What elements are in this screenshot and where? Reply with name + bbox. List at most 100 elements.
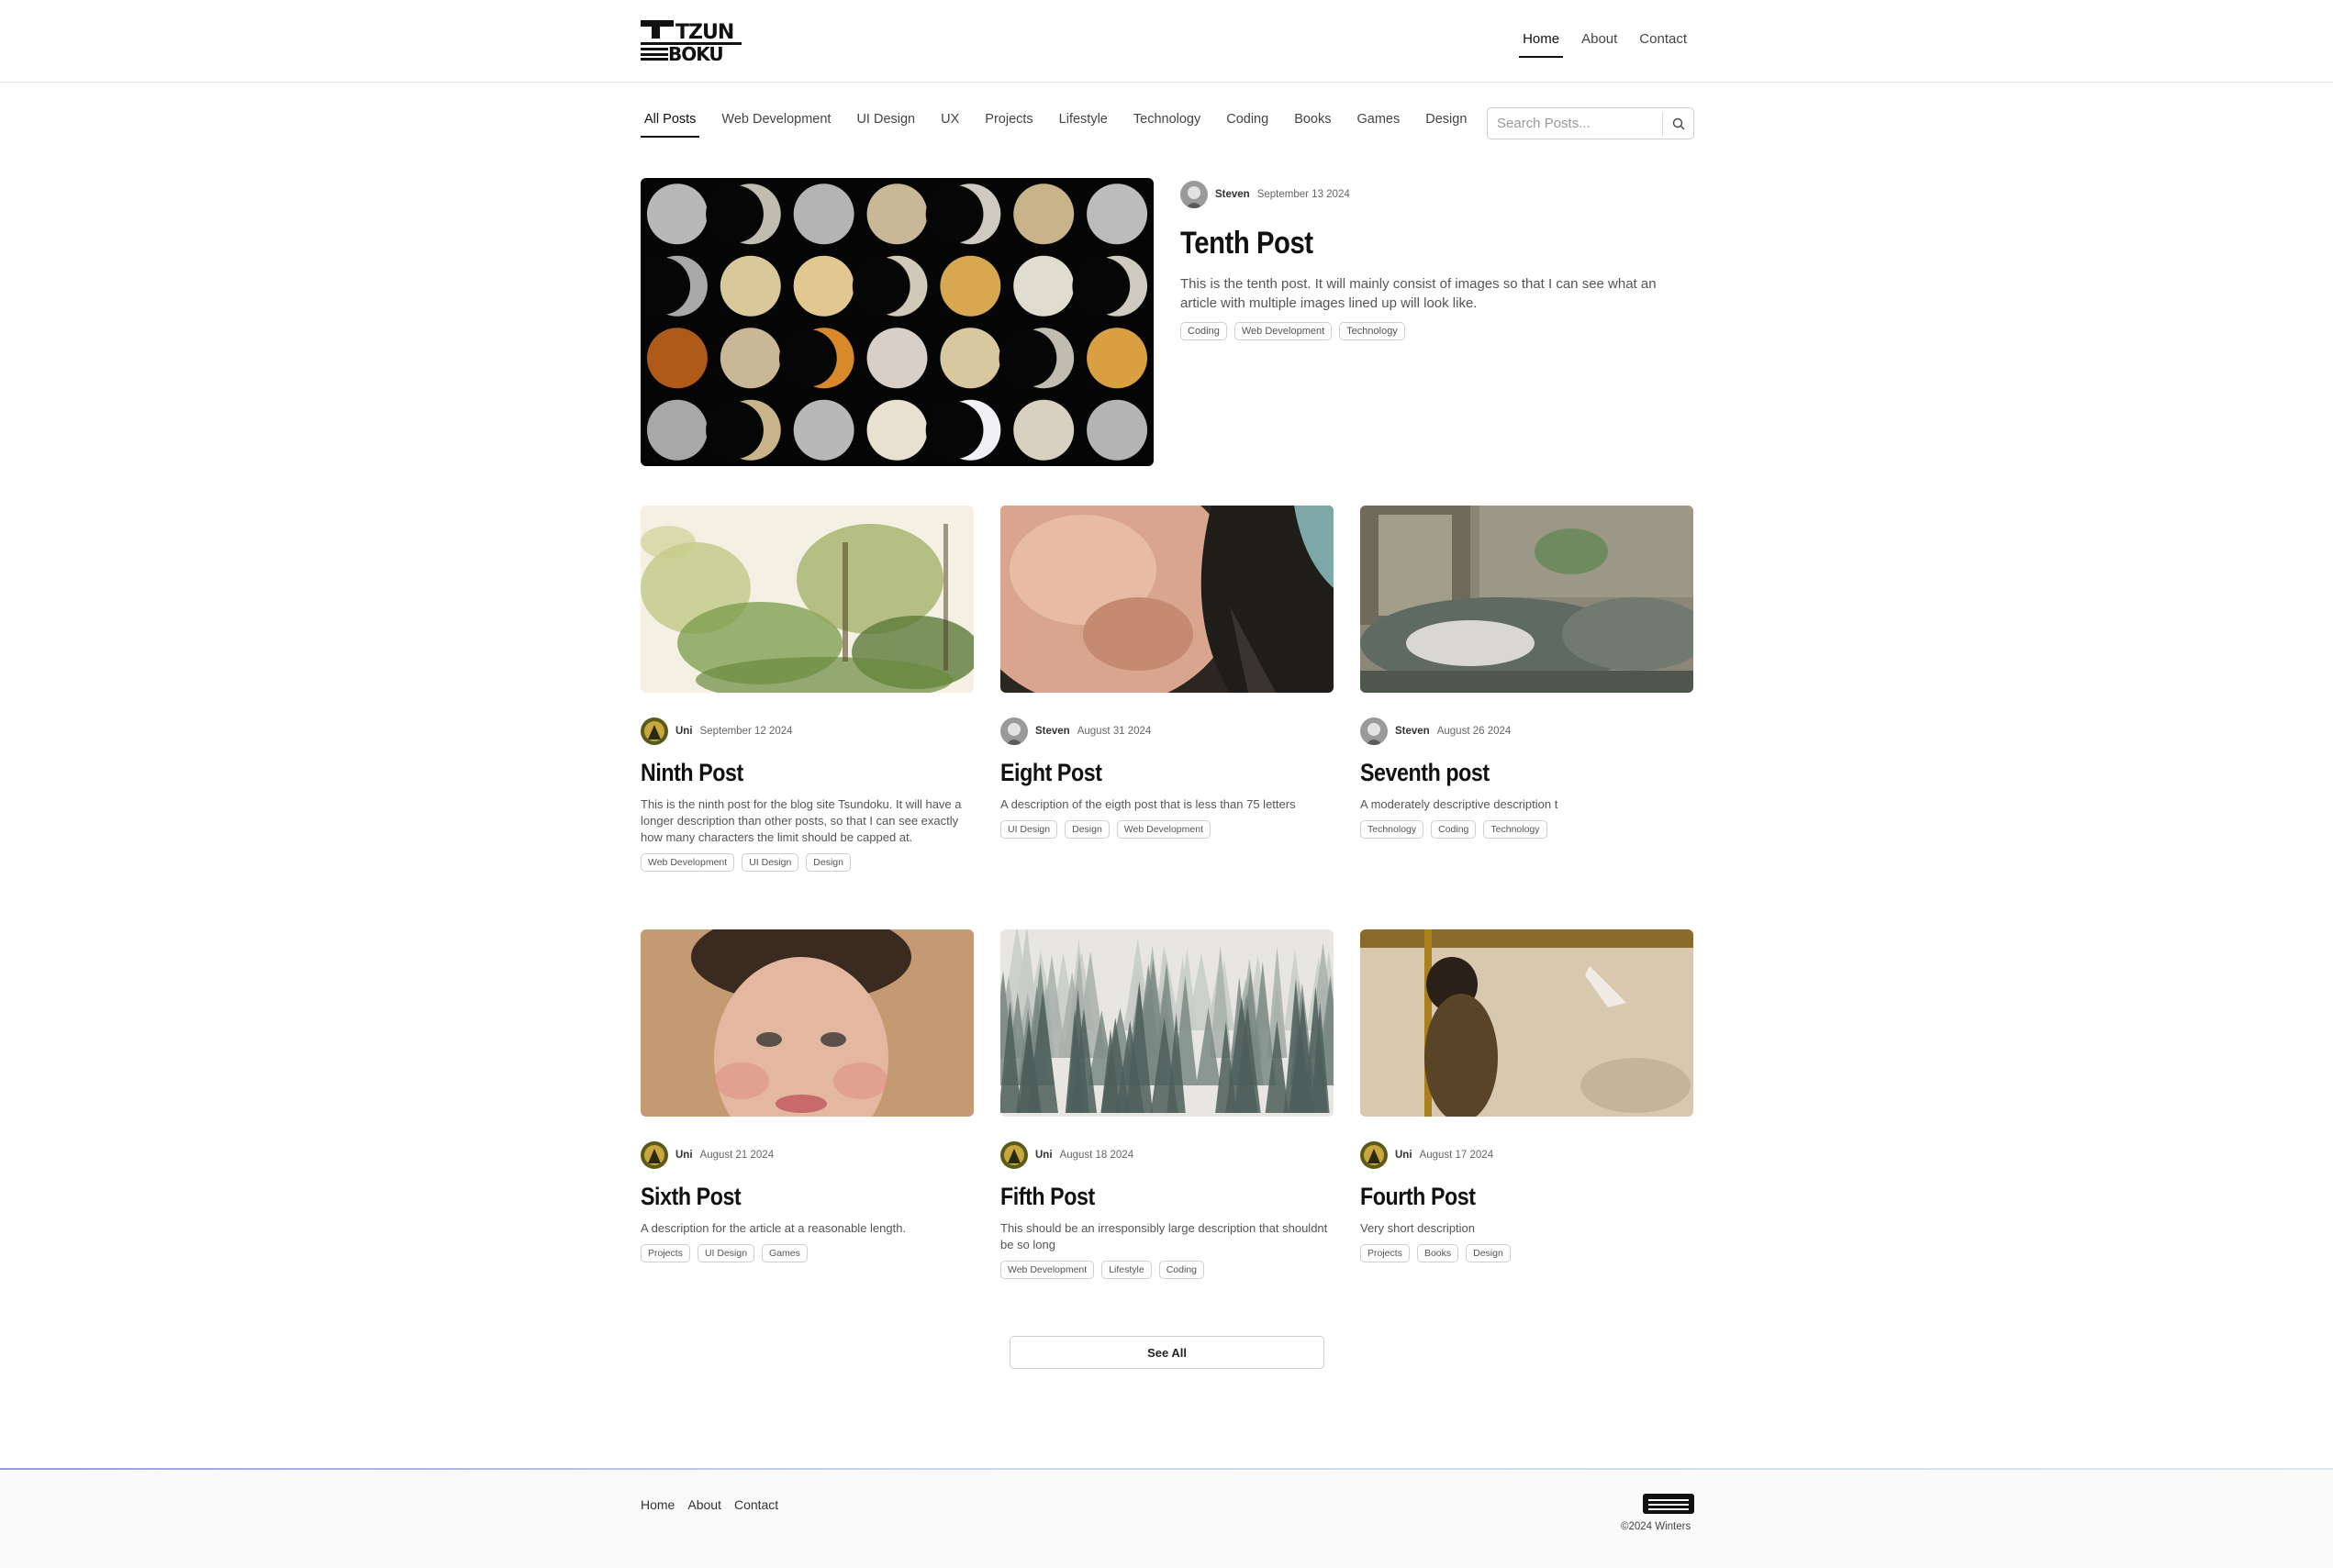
footer-link-home[interactable]: Home <box>641 1497 675 1512</box>
footer-divider <box>0 1468 2333 1470</box>
post-title[interactable]: Eight Post <box>1000 759 1287 787</box>
post-author[interactable]: Steven <box>1035 726 1070 737</box>
moon-phases-image <box>641 183 1148 461</box>
tab-design[interactable]: Design <box>1422 110 1470 138</box>
post-tags: UI Design Design Web Development <box>1000 820 1334 839</box>
tag[interactable]: Coding <box>1158 1261 1204 1279</box>
avatar[interactable] <box>1000 717 1028 745</box>
tag[interactable]: Lifestyle <box>1101 1261 1152 1279</box>
post-meta: Uni August 21 2024 <box>641 1140 974 1170</box>
nav-about[interactable]: About <box>1578 29 1621 58</box>
post-title[interactable]: Fifth Post <box>1000 1183 1287 1211</box>
search-icon <box>1672 117 1684 130</box>
footer-link-contact[interactable]: Contact <box>734 1497 778 1512</box>
tab-ui-design[interactable]: UI Design <box>853 110 919 138</box>
site-header: TZUN BOKU Home About Contact <box>0 0 2333 83</box>
post-author[interactable]: Uni <box>1035 1150 1053 1161</box>
tag[interactable]: Technology <box>1483 820 1547 839</box>
post-card: Steven August 31 2024 Eight Post A descr… <box>1000 506 1334 839</box>
tag[interactable]: Web Development <box>641 853 735 872</box>
post-author[interactable]: Uni <box>675 726 693 737</box>
tag[interactable]: Web Development <box>1116 820 1211 839</box>
post-author[interactable]: Uni <box>1395 1150 1412 1161</box>
post-tags: Projects Books Design <box>1360 1244 1693 1262</box>
tag[interactable]: Projects <box>641 1244 690 1262</box>
post-card: Uni August 17 2024 Fourth Post Very shor… <box>1360 929 1693 1262</box>
tab-web-development[interactable]: Web Development <box>718 110 834 138</box>
site-footer: Home About Contact ©2024 Winters <box>0 1468 2333 1568</box>
pastel-portrait-image <box>641 929 974 1117</box>
post-card: Uni September 12 2024 Ninth Post This is… <box>641 506 974 872</box>
avatar[interactable] <box>641 1141 668 1169</box>
post-date: August 26 2024 <box>1436 726 1512 737</box>
post-description: A description for the article at a reaso… <box>641 1221 907 1235</box>
post-tags: Projects UI Design Games <box>641 1244 974 1262</box>
nav-home[interactable]: Home <box>1519 29 1564 58</box>
featured-post-image[interactable] <box>641 178 1154 466</box>
tag[interactable]: Technology <box>1360 820 1424 839</box>
post-image[interactable] <box>1000 506 1334 693</box>
avatar[interactable] <box>641 717 668 745</box>
post-date: September 13 2024 <box>1256 189 1350 200</box>
tab-games[interactable]: Games <box>1354 110 1404 138</box>
tag[interactable]: Coding <box>1431 820 1477 839</box>
post-image[interactable] <box>641 506 974 693</box>
post-author[interactable]: Steven <box>1215 189 1250 200</box>
avatar[interactable] <box>1000 1141 1028 1169</box>
tag[interactable]: Design <box>1065 820 1110 839</box>
post-date: September 12 2024 <box>699 726 793 737</box>
footer-logo[interactable] <box>1643 1494 1694 1514</box>
post-title[interactable]: Fourth Post <box>1360 1183 1646 1211</box>
post-title[interactable]: Seventh post <box>1360 759 1646 787</box>
tab-books[interactable]: Books <box>1290 110 1334 138</box>
post-description: This should be an irresponsibly large de… <box>1000 1221 1328 1251</box>
site-logo[interactable]: TZUN BOKU <box>641 20 742 61</box>
post-author[interactable]: Steven <box>1395 726 1430 737</box>
see-all-button[interactable]: See All <box>1010 1336 1324 1369</box>
tag[interactable]: UI Design <box>742 853 799 872</box>
post-title[interactable]: Tenth Post <box>1180 226 1623 261</box>
search-input[interactable] <box>1488 116 1660 131</box>
tag[interactable]: Design <box>806 853 851 872</box>
post-author[interactable]: Uni <box>675 1150 693 1161</box>
tag[interactable]: Design <box>1466 1244 1511 1262</box>
search-button[interactable] <box>1662 112 1693 136</box>
nav-contact[interactable]: Contact <box>1635 29 1691 58</box>
post-image[interactable] <box>1360 929 1693 1117</box>
post-description: This is the ninth post for the blog site… <box>641 797 962 844</box>
post-card: Steven August 26 2024 Seventh post A mod… <box>1360 506 1693 839</box>
post-title[interactable]: Sixth Post <box>641 1183 927 1211</box>
post-image[interactable] <box>1360 506 1693 693</box>
post-meta: Uni August 18 2024 <box>1000 1140 1334 1170</box>
tag[interactable]: Games <box>762 1244 808 1262</box>
tab-all-posts[interactable]: All Posts <box>641 110 700 138</box>
svg-text:TZUN: TZUN <box>675 21 733 44</box>
tag[interactable]: UI Design <box>697 1244 755 1262</box>
post-meta: Uni September 12 2024 <box>641 717 974 746</box>
tag[interactable]: Projects <box>1360 1244 1410 1262</box>
tab-ux[interactable]: UX <box>937 110 963 138</box>
post-image[interactable] <box>1000 929 1334 1117</box>
tab-coding[interactable]: Coding <box>1222 110 1272 138</box>
post-image[interactable] <box>641 929 974 1117</box>
footer-link-about[interactable]: About <box>687 1497 721 1512</box>
tab-projects[interactable]: Projects <box>981 110 1036 138</box>
tag[interactable]: Technology <box>1339 322 1405 340</box>
tag[interactable]: Coding <box>1180 322 1227 340</box>
avatar[interactable] <box>1360 1141 1388 1169</box>
tag[interactable]: UI Design <box>1000 820 1058 839</box>
tab-technology[interactable]: Technology <box>1130 110 1204 138</box>
search-box <box>1487 107 1694 139</box>
tag[interactable]: Web Development <box>1233 322 1333 340</box>
tag[interactable]: Web Development <box>1000 1261 1095 1279</box>
post-date: August 18 2024 <box>1059 1150 1134 1161</box>
post-tags: Coding Web Development Technology <box>1180 322 1694 340</box>
tag[interactable]: Books <box>1416 1244 1459 1262</box>
post-tags: Technology Coding Technology <box>1360 820 1693 839</box>
avatar[interactable] <box>1180 181 1208 208</box>
category-tabs: All Posts Web Development UI Design UX P… <box>641 110 1470 138</box>
post-title[interactable]: Ninth Post <box>641 759 927 787</box>
misty-pine-forest-image <box>1000 929 1334 1117</box>
avatar[interactable] <box>1360 717 1388 745</box>
tab-lifestyle[interactable]: Lifestyle <box>1055 110 1111 138</box>
